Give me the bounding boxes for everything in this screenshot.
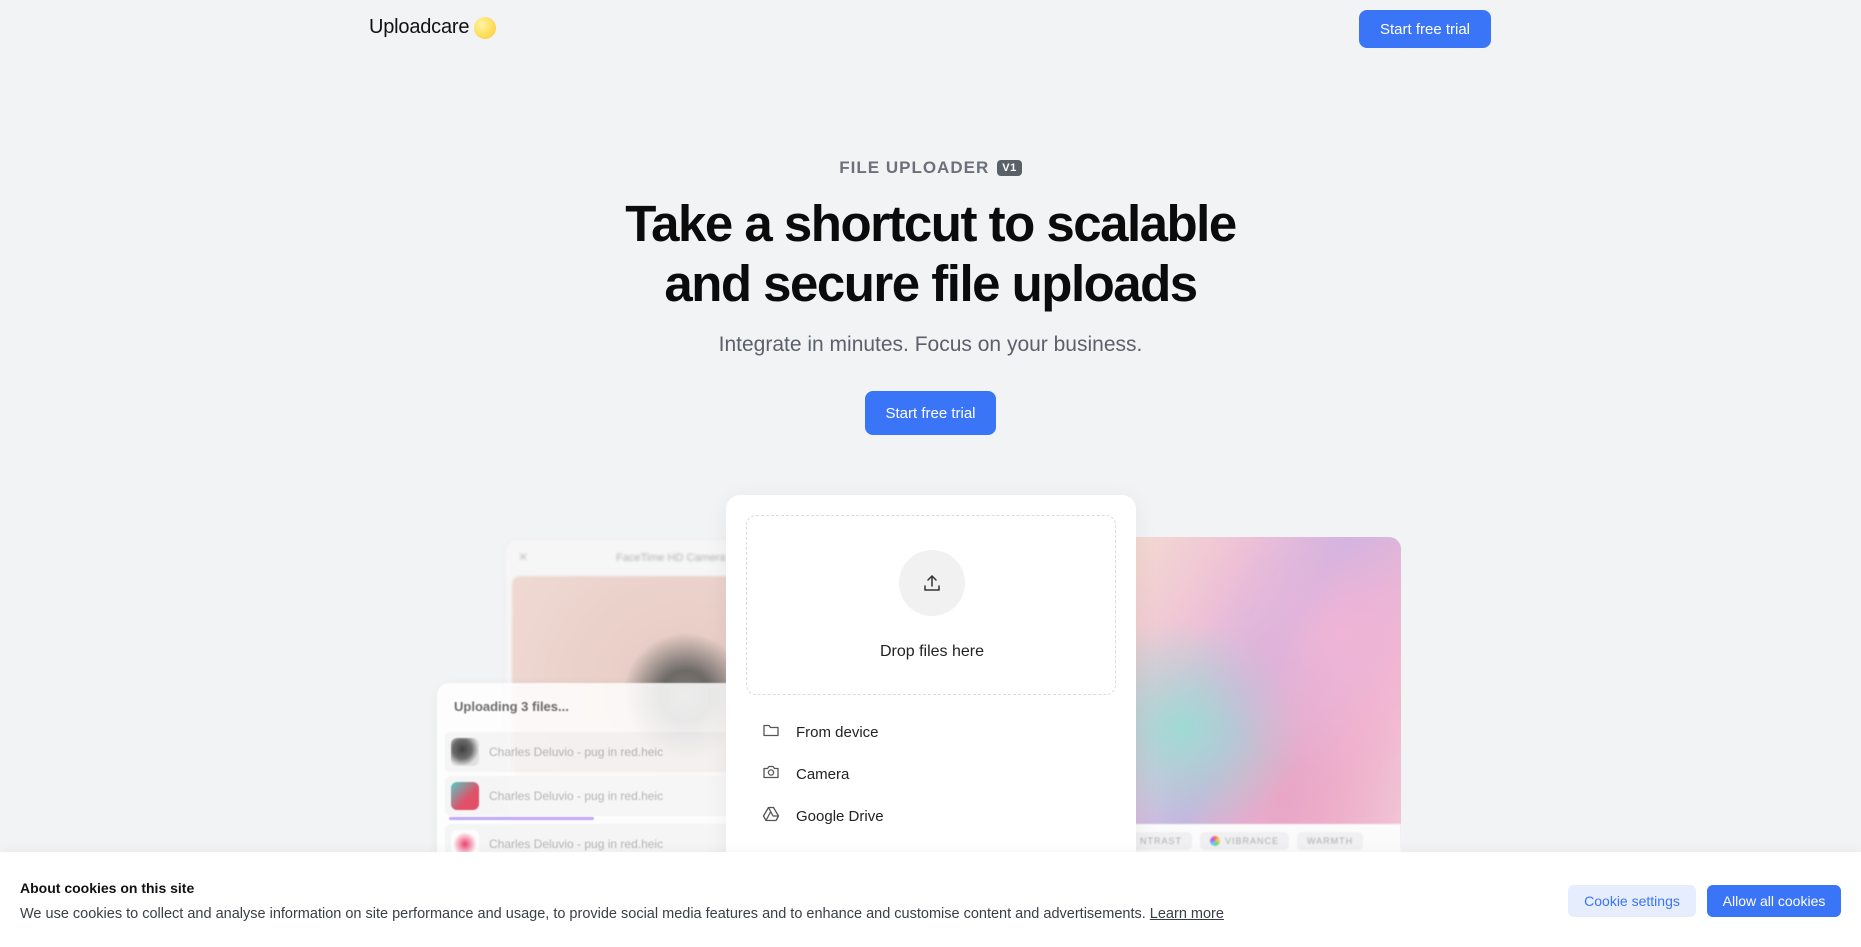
folder-icon bbox=[762, 721, 780, 743]
upload-icon bbox=[899, 550, 965, 616]
source-from-device[interactable]: From device bbox=[762, 718, 879, 746]
adjust-chip: VIBRANCE bbox=[1200, 832, 1290, 850]
header-start-trial-button[interactable]: Start free trial bbox=[1359, 10, 1491, 48]
headline-line-1: Take a shortcut to scalable bbox=[625, 195, 1237, 252]
adjust-chip: NTRAST bbox=[1130, 832, 1192, 850]
hero-subtitle: Integrate in minutes. Focus on your busi… bbox=[718, 333, 1143, 356]
headline-line-2: and secure file uploads bbox=[664, 255, 1198, 312]
source-label: From device bbox=[796, 723, 879, 741]
cookie-settings-button[interactable]: Cookie settings bbox=[1568, 885, 1696, 917]
list-item: Charles Deluvio - pug in red.heic bbox=[445, 732, 735, 772]
source-camera[interactable]: Camera bbox=[762, 760, 849, 788]
file-name: Charles Deluvio - pug in red.heic bbox=[489, 789, 664, 803]
hero-start-trial-button[interactable]: Start free trial bbox=[865, 391, 996, 435]
camera-icon bbox=[762, 763, 780, 785]
image-editor-preview bbox=[1110, 537, 1401, 857]
drop-label: Drop files here bbox=[879, 643, 985, 660]
eyebrow-label: FILE UPLOADER bbox=[839, 158, 990, 177]
product-eyebrow: FILE UPLOADER V1 bbox=[0, 158, 1861, 178]
file-name: Charles Deluvio - pug in red.heic bbox=[489, 745, 664, 759]
file-thumbnail bbox=[451, 738, 479, 766]
adjust-chip: WARMTH bbox=[1297, 832, 1364, 850]
site-header: Uploadcare Start free trial bbox=[0, 0, 1861, 58]
cookie-text: We use cookies to collect and analyse in… bbox=[20, 906, 1146, 922]
drop-zone[interactable]: Drop files here bbox=[746, 515, 1116, 695]
cookie-banner: About cookies on this site We use cookie… bbox=[0, 852, 1861, 947]
learn-more-link[interactable]: Learn more bbox=[1150, 906, 1224, 922]
allow-all-cookies-button[interactable]: Allow all cookies bbox=[1707, 885, 1841, 917]
vibrance-icon bbox=[1210, 836, 1220, 846]
file-thumbnail bbox=[451, 782, 479, 810]
logo-sun-icon bbox=[474, 16, 497, 39]
source-label: Camera bbox=[796, 765, 850, 783]
uploading-title: Uploading 3 files... bbox=[454, 699, 569, 714]
version-badge: V1 bbox=[997, 160, 1022, 176]
list-item: Charles Deluvio - pug in red.heic bbox=[445, 776, 735, 816]
cookie-description: We use cookies to collect and analyse in… bbox=[20, 906, 1224, 922]
file-name: Charles Deluvio - pug in red.heic bbox=[489, 837, 664, 851]
cookie-title: About cookies on this site bbox=[20, 880, 195, 896]
upload-progress-bar bbox=[449, 817, 594, 820]
page-title: Take a shortcut to scalable and secure f… bbox=[0, 194, 1861, 314]
close-icon: ✕ bbox=[518, 550, 529, 564]
source-label: Google Drive bbox=[796, 807, 884, 825]
google-drive-icon bbox=[762, 805, 780, 827]
logo[interactable]: Uploadcare bbox=[369, 16, 497, 39]
file-uploader-widget: Drop files here From device Camera Googl… bbox=[726, 495, 1136, 895]
logo-text: Uploadcare bbox=[369, 16, 470, 38]
